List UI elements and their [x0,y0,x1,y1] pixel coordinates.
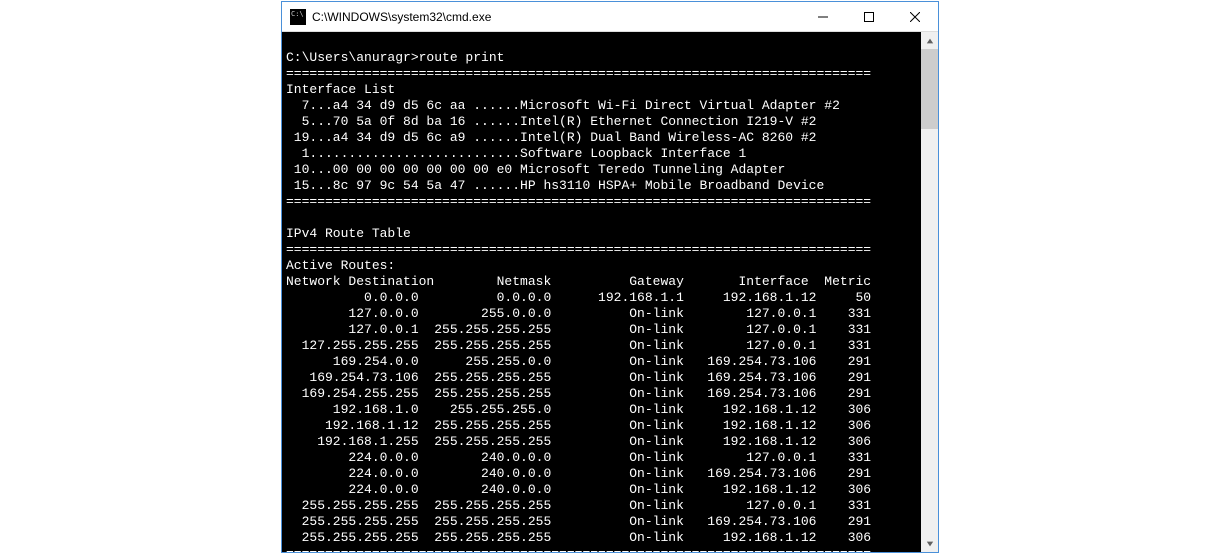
scrollbar-up-button[interactable] [921,32,938,49]
terminal-output[interactable]: C:\Users\anuragr>route print ===========… [282,32,921,552]
terminal-wrapper: C:\Users\anuragr>route print ===========… [282,32,938,552]
titlebar[interactable]: C:\WINDOWS\system32\cmd.exe [282,2,938,32]
minimize-button[interactable] [800,2,846,31]
vertical-scrollbar[interactable] [921,32,938,552]
close-button[interactable] [892,2,938,31]
scrollbar-down-button[interactable] [921,535,938,552]
cmd-window: C:\WINDOWS\system32\cmd.exe C:\Users\anu… [281,1,939,553]
window-controls [800,2,938,31]
maximize-button[interactable] [846,2,892,31]
scrollbar-track[interactable] [921,49,938,535]
window-title: C:\WINDOWS\system32\cmd.exe [312,10,800,24]
scrollbar-thumb[interactable] [921,49,938,129]
cmd-icon [290,9,306,25]
